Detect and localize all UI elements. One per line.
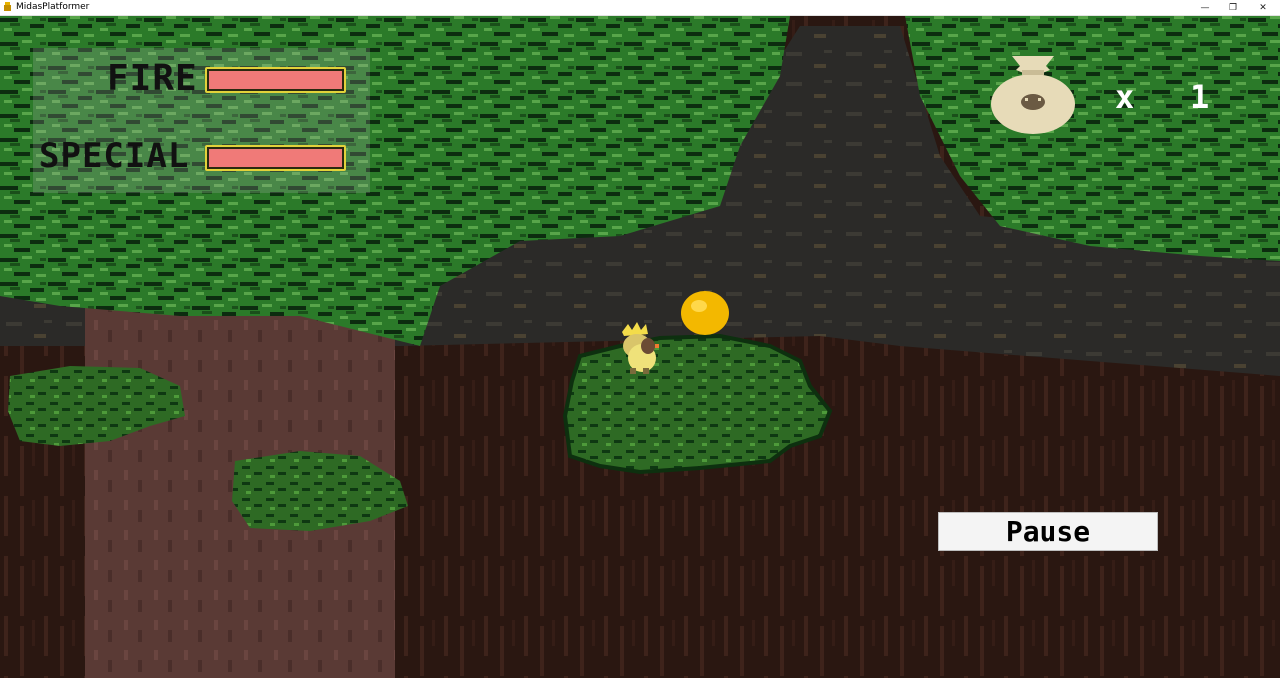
app-icon (4, 2, 11, 11)
window-title: MidasPlatformer (16, 2, 90, 12)
fire-meter-fill (209, 71, 342, 89)
window-titlebar: MidasPlatformer — ❐ ✕ (0, 0, 1280, 16)
special-meter-fill (209, 149, 342, 167)
hud-panel: FIRE SPECIAL (33, 48, 370, 193)
close-icon: ✕ (1259, 2, 1267, 13)
special-meter (205, 145, 346, 171)
multiplier-sign: x (1115, 78, 1135, 116)
game-scene: FIRE SPECIAL x 1 Pause (0, 16, 1280, 678)
gold-coin (681, 291, 729, 335)
fire-meter (205, 67, 346, 93)
restore-icon: ❐ (1228, 2, 1238, 13)
fire-label: FIRE (107, 58, 198, 99)
restore-button[interactable]: ❐ (1218, 0, 1248, 15)
close-button[interactable]: ✕ (1248, 0, 1278, 15)
money-bag-icon (991, 56, 1075, 134)
pause-button[interactable]: Pause (938, 512, 1158, 551)
minimize-icon: — (1200, 2, 1210, 13)
coin-counter: x 1 (1115, 78, 1209, 116)
special-label: SPECIAL (39, 136, 190, 176)
coin-count: 1 (1190, 78, 1210, 116)
minimize-button[interactable]: — (1190, 0, 1220, 15)
pause-label: Pause (1005, 515, 1091, 548)
